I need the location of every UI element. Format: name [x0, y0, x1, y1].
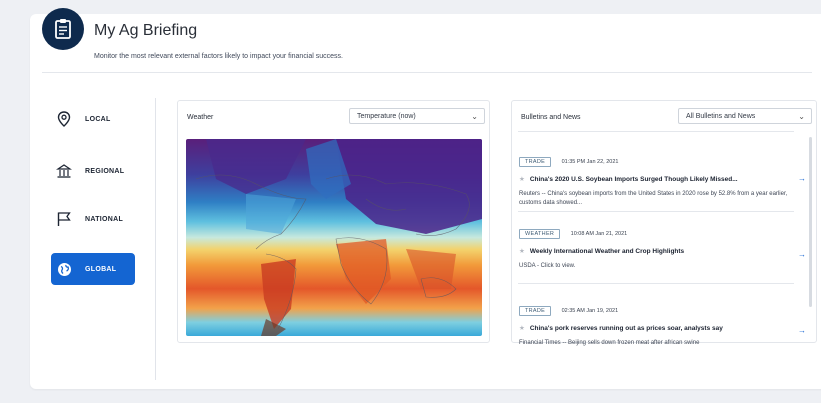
- chevron-down-icon: ⌄: [471, 112, 478, 121]
- news-badge: WEATHER: [519, 229, 561, 239]
- globe-icon: [55, 260, 73, 278]
- news-divider: [518, 283, 794, 284]
- news-timestamp: 01:35 PM Jan 22, 2021: [561, 159, 619, 165]
- nav-item-label: NATIONAL: [85, 215, 124, 223]
- news-divider: [518, 131, 794, 132]
- location-pin-icon: [55, 110, 73, 128]
- weather-panel-title: Weather: [187, 114, 214, 121]
- news-timestamp: 02:35 AM Jan 19, 2021: [561, 308, 619, 314]
- nav-item-label: REGIONAL: [85, 167, 125, 175]
- news-panel: Bulletins and News All Bulletins and New…: [511, 100, 817, 346]
- news-select-value: All Bulletins and News: [686, 112, 756, 120]
- news-timestamp: 10:08 AM Jan 21, 2021: [570, 231, 628, 237]
- flag-icon: [55, 210, 73, 228]
- news-item[interactable]: TRADE 01:35 PM Jan 22, 2021 ★ China's 202…: [519, 150, 791, 208]
- news-badge: TRADE: [519, 157, 552, 167]
- clipboard-logo-icon: [42, 8, 84, 50]
- nav-item-national[interactable]: NATIONAL: [51, 203, 135, 235]
- arrow-right-icon[interactable]: →: [798, 326, 806, 335]
- weather-panel: Weather Temperature (now) ⌄: [177, 100, 490, 343]
- news-headline: ★ China's 2020 U.S. Soybean Imports Surge…: [519, 176, 738, 183]
- news-scrollbar[interactable]: [809, 137, 812, 307]
- arrow-right-icon[interactable]: →: [798, 174, 806, 183]
- star-icon[interactable]: ★: [519, 325, 525, 332]
- nav-divider: [155, 98, 156, 380]
- star-icon[interactable]: ★: [519, 248, 525, 255]
- news-divider: [518, 211, 794, 212]
- news-headline: ★ Weekly International Weather and Crop H…: [519, 248, 685, 255]
- nav-item-global[interactable]: GLOBAL: [51, 253, 135, 285]
- weather-layer-select[interactable]: Temperature (now) ⌄: [349, 108, 485, 124]
- page-title: My Ag Briefing: [94, 22, 198, 39]
- news-snippet: Reuters -- China's soybean imports from …: [519, 191, 788, 206]
- news-panel-title: Bulletins and News: [521, 114, 581, 121]
- nav-item-local[interactable]: LOCAL: [51, 103, 135, 135]
- news-headline: ★ China's pork reserves running out as pr…: [519, 325, 723, 332]
- chevron-down-icon: ⌄: [798, 112, 805, 121]
- arrow-right-icon[interactable]: →: [798, 250, 806, 259]
- weather-select-value: Temperature (now): [357, 112, 416, 120]
- news-snippet: USDA - Click to view.: [519, 263, 576, 269]
- nav-item-regional[interactable]: REGIONAL: [51, 155, 135, 187]
- news-item[interactable]: TRADE 02:35 AM Jan 19, 2021 ★ China's por…: [519, 299, 791, 348]
- building-icon: [55, 162, 73, 180]
- header-divider: [42, 72, 812, 73]
- news-badge: TRADE: [519, 306, 552, 316]
- news-snippet: Financial Times -- Beijing sells down fr…: [519, 340, 700, 346]
- weather-map[interactable]: [186, 139, 482, 336]
- news-filter-select[interactable]: All Bulletins and News ⌄: [678, 108, 812, 124]
- star-icon[interactable]: ★: [519, 176, 525, 183]
- page-subtitle: Monitor the most relevant external facto…: [94, 53, 343, 60]
- nav-item-label: LOCAL: [85, 115, 111, 123]
- nav-item-label: GLOBAL: [85, 265, 117, 273]
- news-item[interactable]: WEATHER 10:08 AM Jan 21, 2021 ★ Weekly In…: [519, 222, 791, 271]
